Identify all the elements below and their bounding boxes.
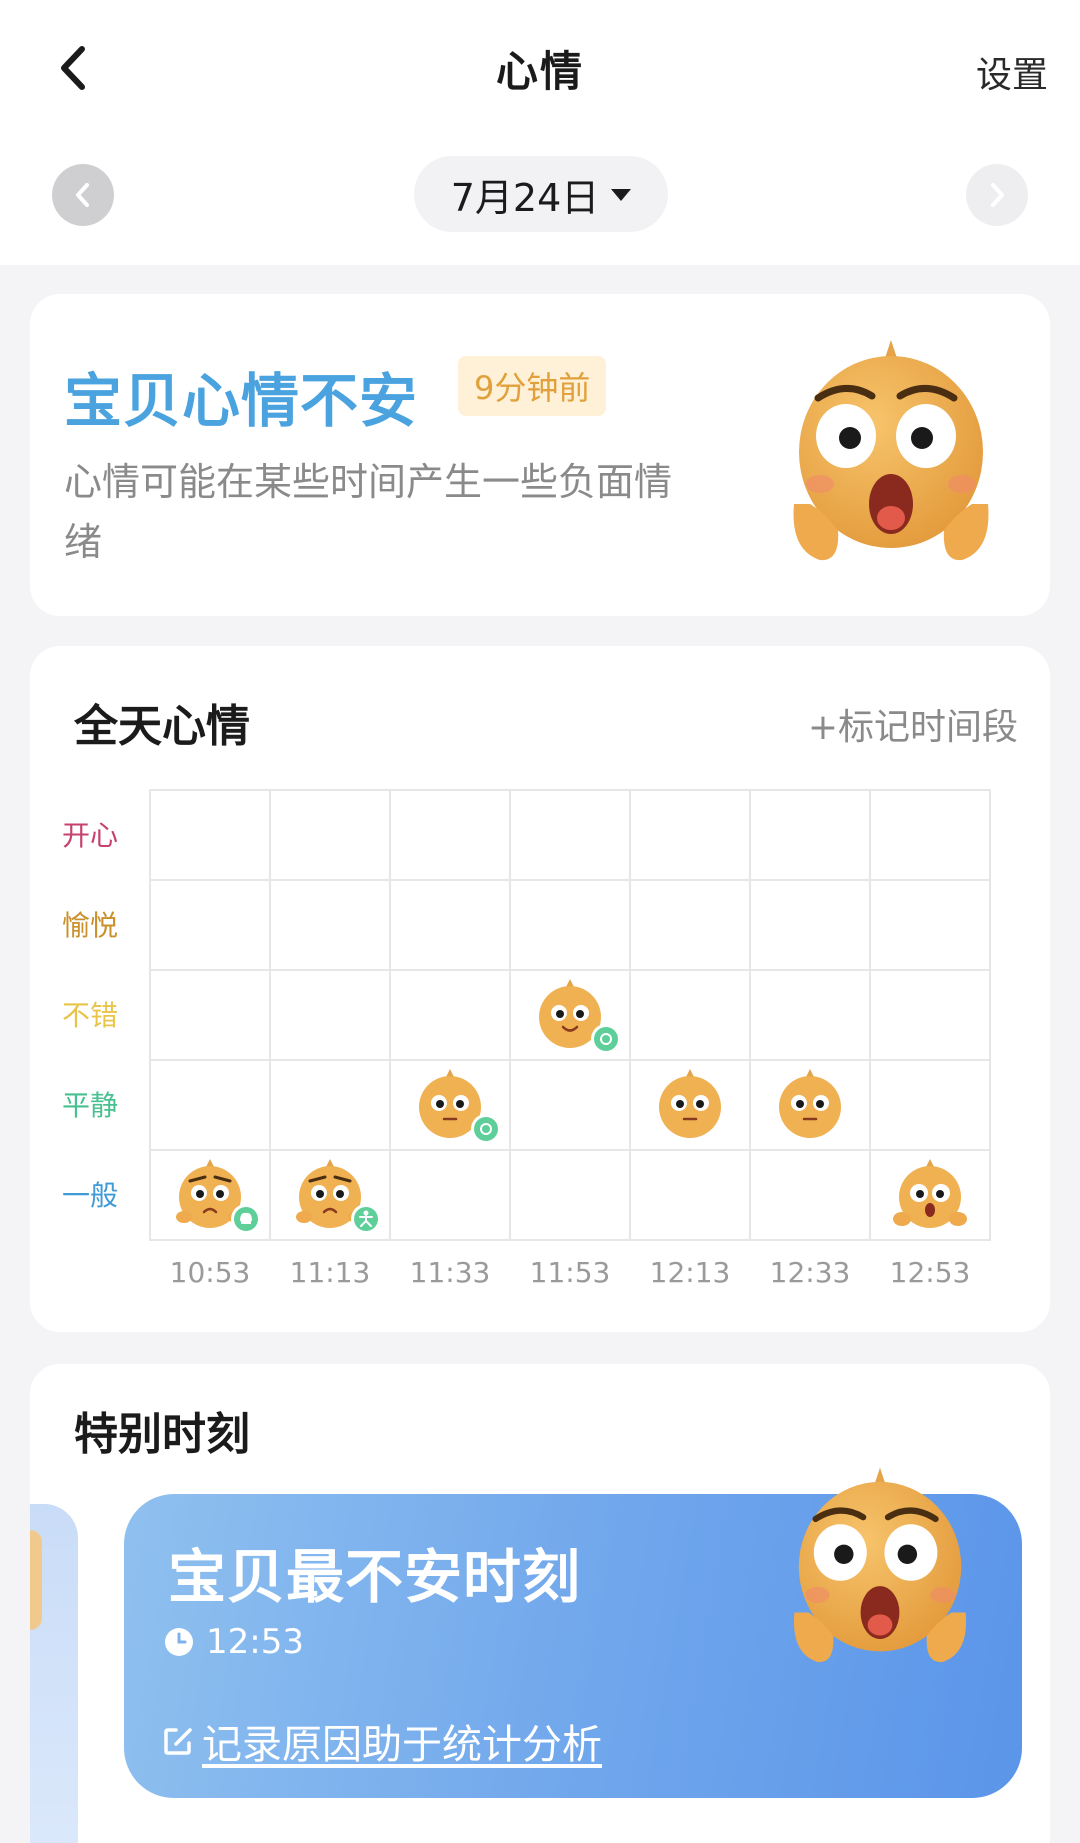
moment-headline: 宝贝最不安时刻 [168, 1543, 582, 1611]
anxious-mascot-image [793, 340, 989, 561]
chevron-right-icon [991, 183, 1004, 207]
settings-link[interactable]: 设置 [976, 46, 1048, 98]
edit-icon [164, 1728, 192, 1755]
y-axis-label: 开心 [62, 819, 118, 852]
x-axis-label: 12:33 [770, 1256, 851, 1289]
moment-time: 12:53 [164, 1622, 304, 1662]
ok-marker-icon [591, 1024, 621, 1054]
x-axis-label: 12:53 [890, 1256, 971, 1289]
status-time-badge: 9分钟前 [458, 356, 607, 416]
next-day-button[interactable] [966, 164, 1028, 226]
mood-point-calm-mascot[interactable] [659, 1069, 721, 1138]
mood-chart: 开心愉悦不错平静一般 10:53 11:13 11:33 11:53 12:13 12:33… [62, 789, 991, 1289]
moment-time-label: 12:53 [206, 1622, 304, 1662]
food-marker-icon [231, 1204, 261, 1234]
y-axis-label: 平静 [62, 1089, 118, 1122]
clock-icon [165, 1628, 193, 1656]
top-bar: 心情 设置 7月24日 [0, 0, 1080, 265]
activity-marker-icon [351, 1204, 381, 1234]
ok-marker-icon [471, 1114, 501, 1144]
most-anxious-moment-card[interactable]: 宝贝最不安时刻 12:53 记录原因助于统计分析 [124, 1467, 1022, 1798]
special-moments-title: 特别时刻 [74, 1409, 250, 1460]
y-axis-label: 一般 [62, 1179, 118, 1212]
x-axis-label: 11:13 [290, 1256, 371, 1289]
anxious-mascot-image [793, 1467, 967, 1663]
previous-day-button[interactable] [52, 164, 114, 226]
x-axis-label: 10:53 [170, 1256, 251, 1289]
daily-mood-card: 全天心情 +标记时间段 开心 愉悦 不错 平静 一般 10:53 11:13 11:33 11:… [30, 646, 1050, 1332]
chevron-left-icon [76, 183, 89, 207]
y-axis-label: 不错 [62, 999, 118, 1032]
special-moments-card: 特别时刻 宝贝最不安时刻 12:53 记录原因助于统计分析 [30, 1364, 1050, 1843]
x-axis-label: 11:53 [530, 1256, 611, 1289]
date-label: 7月24日 [450, 175, 600, 220]
y-axis-label: 愉悦 [62, 909, 118, 942]
previous-moment-card-peek[interactable] [30, 1504, 78, 1843]
x-axis-label: 12:13 [650, 1256, 731, 1289]
mood-status-headline: 宝贝心情不安 [64, 367, 419, 435]
mood-status-card: 宝贝心情不安 9分钟前 心情可能在某些时间产生一些负面情绪 [30, 294, 1050, 616]
date-picker[interactable]: 7月24日 [414, 156, 668, 232]
mood-status-description: 心情可能在某些时间产生一些负面情绪 [64, 460, 673, 564]
page-title: 心情 [495, 47, 584, 96]
record-reason-label: 记录原因助于统计分析 [202, 1722, 602, 1768]
caret-down-icon [611, 189, 632, 201]
record-reason-link[interactable]: 记录原因助于统计分析 [162, 1712, 602, 1770]
x-axis-label: 11:33 [410, 1256, 491, 1289]
mood-point-calm-mascot[interactable] [779, 1069, 841, 1138]
mood-point-anxious-mascot[interactable] [893, 1159, 967, 1228]
